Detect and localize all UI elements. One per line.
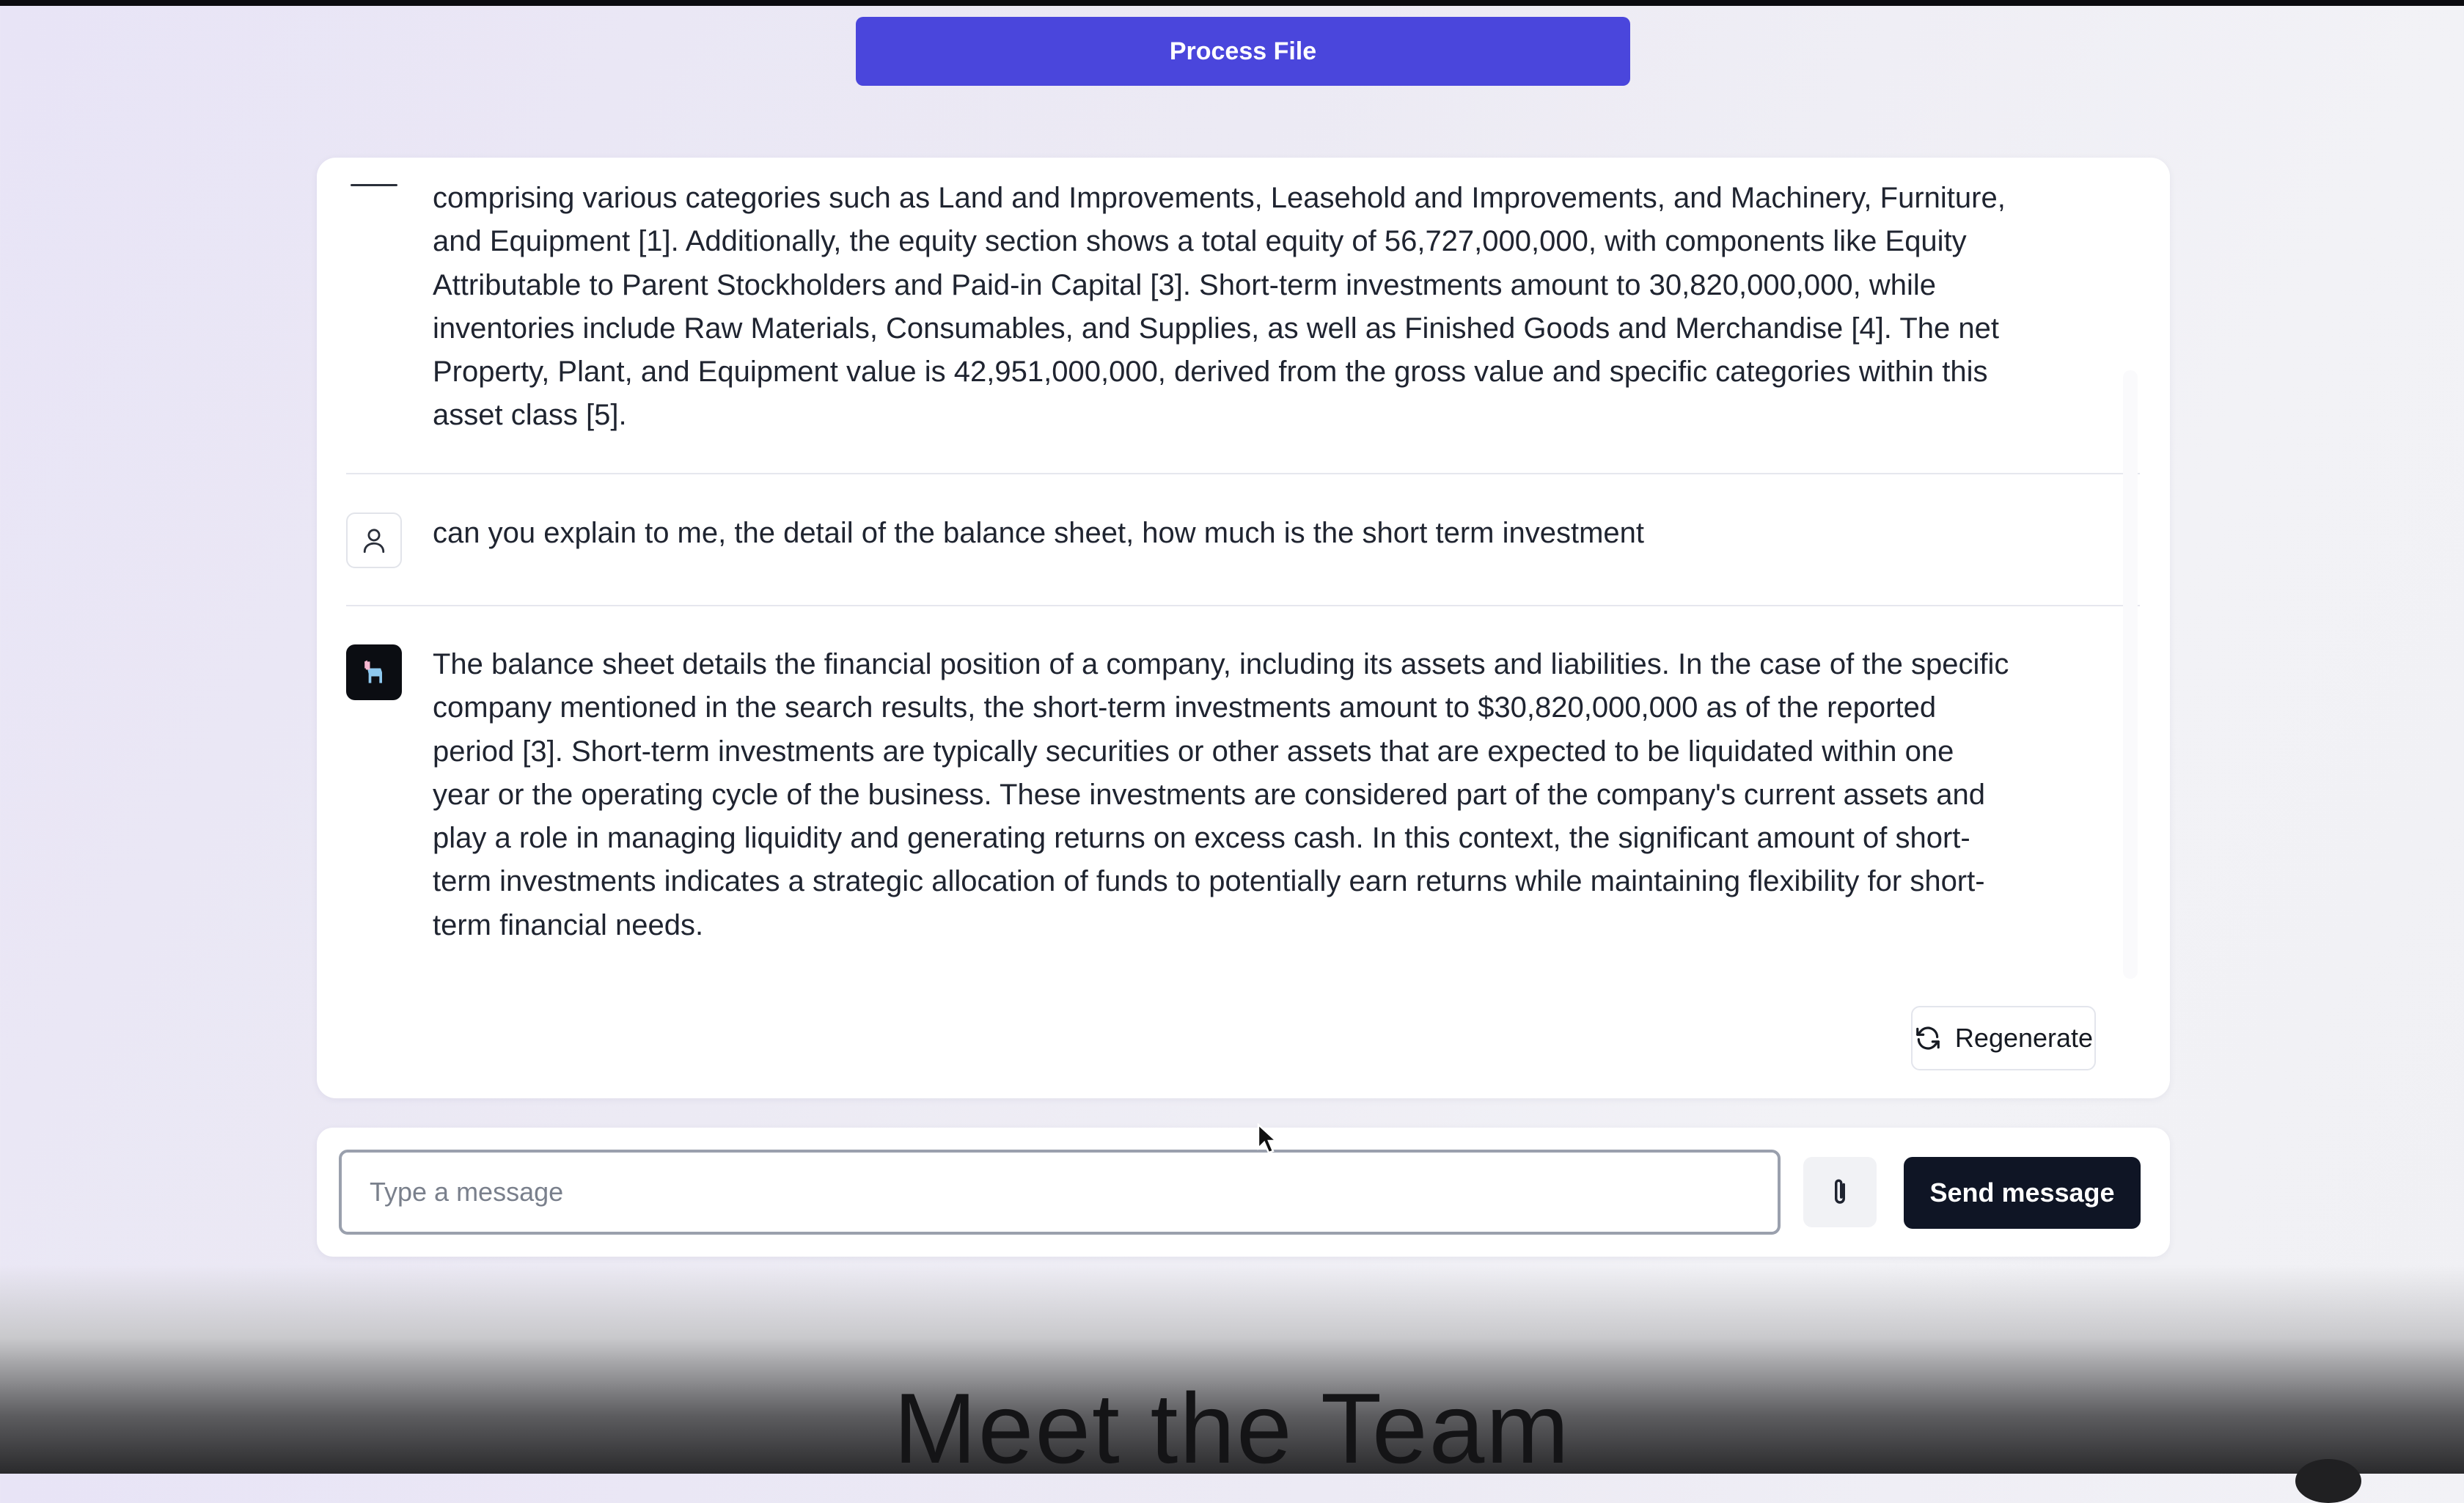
assistant-message: comprising various categories such as La… (433, 182, 2006, 432)
team-section-title: Meet the Team (893, 1372, 1571, 1484)
regenerate-button[interactable]: Regenerate (1911, 1006, 2096, 1070)
window-top-edge (0, 0, 2464, 6)
refresh-icon (1916, 1026, 1940, 1050)
message-divider (346, 605, 2140, 606)
message-input[interactable] (339, 1150, 1781, 1235)
scroll-to-top-button[interactable] (2295, 1459, 2361, 1503)
attach-file-button[interactable] (1803, 1157, 1877, 1227)
assistant-message: The balance sheet details the financial … (433, 648, 2009, 941)
assistant-avatar-partial (351, 184, 397, 186)
user-avatar (346, 512, 402, 568)
llama-icon (364, 660, 382, 683)
paperclip-icon (1835, 1179, 1845, 1204)
user-message: can you explain to me, the detail of the… (433, 517, 1645, 549)
assistant-avatar (346, 644, 402, 700)
chat-panel: comprising various categories such as La… (317, 158, 2170, 1098)
send-message-button[interactable]: Send message (1904, 1157, 2141, 1229)
regenerate-label: Regenerate (1954, 1023, 2094, 1053)
mouse-cursor-icon (1257, 1123, 1279, 1154)
composer: Send message (317, 1128, 2170, 1257)
process-file-button[interactable]: Process File (856, 17, 1630, 86)
chat-scrollbar[interactable] (2123, 370, 2138, 979)
user-icon (363, 529, 385, 553)
message-divider (346, 473, 2140, 474)
